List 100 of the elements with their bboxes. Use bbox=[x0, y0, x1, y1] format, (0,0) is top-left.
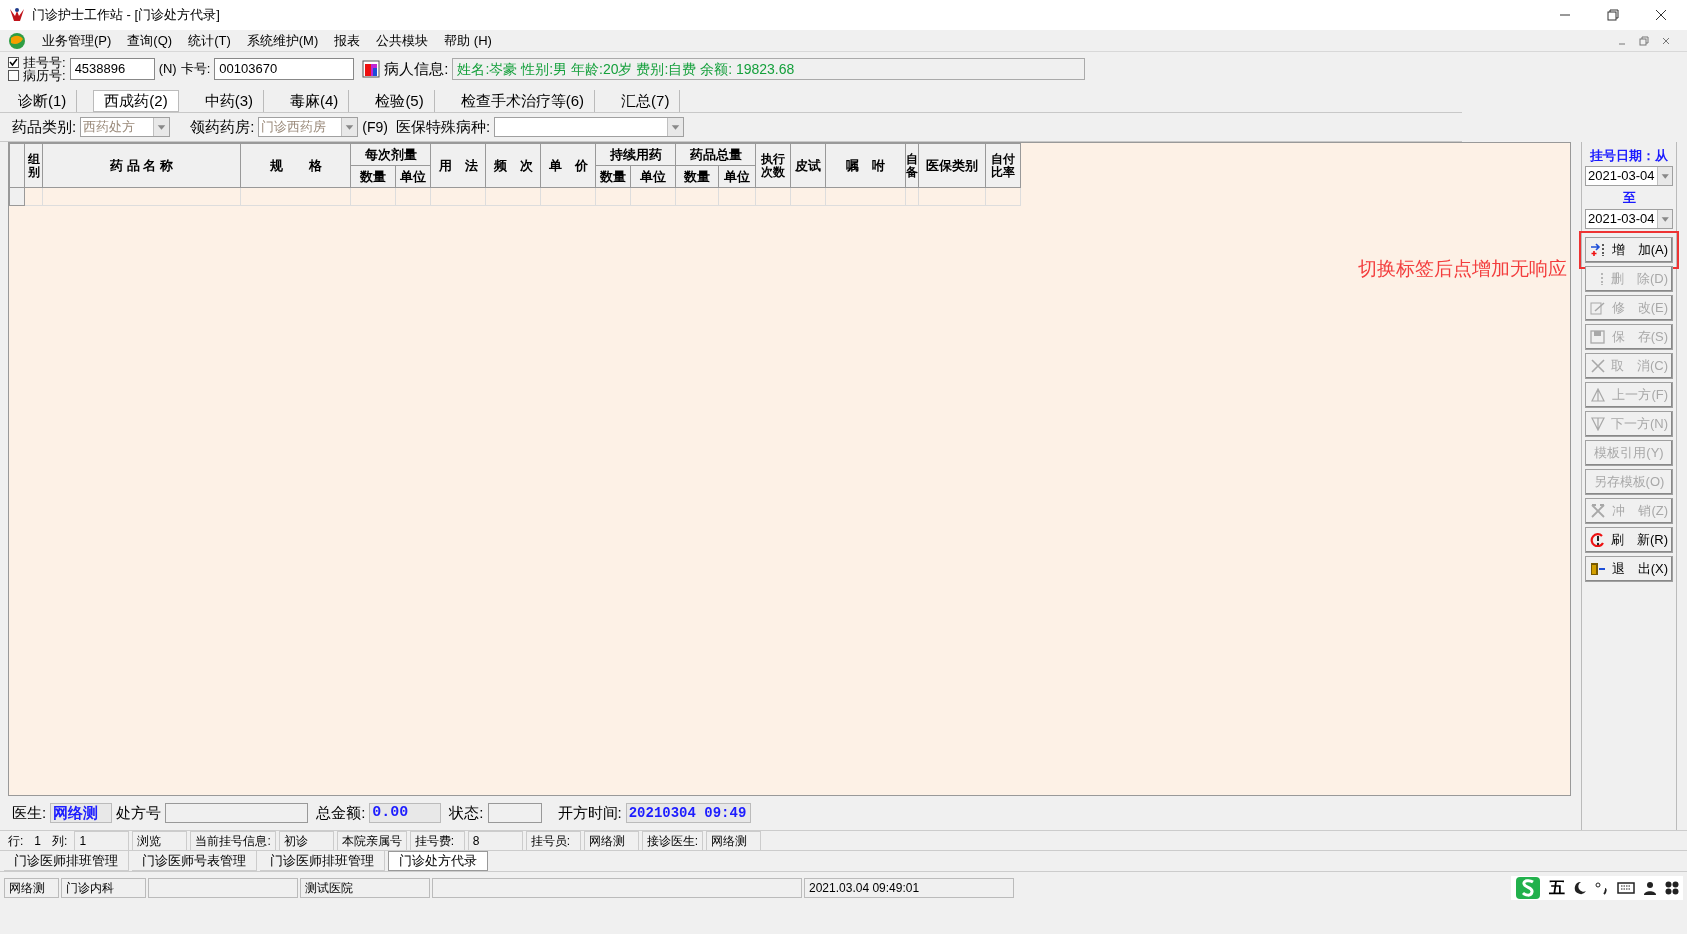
info-bar-cell: 初诊 bbox=[278, 830, 334, 851]
column-header: 皮试 bbox=[790, 143, 826, 188]
status-field bbox=[487, 803, 542, 823]
column-header: 药 品 名 称 bbox=[42, 143, 241, 188]
dotted-line-icon bbox=[1600, 272, 1604, 286]
total-amount-field: 0.00 bbox=[369, 803, 442, 823]
column-header: 持续用药 bbox=[595, 143, 676, 166]
tab[interactable]: 汇总(7) bbox=[611, 90, 681, 112]
window-tab[interactable]: 门诊医师排班管理 bbox=[4, 851, 129, 871]
menu-item[interactable]: 帮助 (H) bbox=[444, 30, 492, 51]
up-arrow-icon bbox=[1590, 388, 1606, 402]
toolbar-button[interactable]: 刷 新(R) bbox=[1585, 527, 1673, 553]
restore-icon[interactable] bbox=[1607, 9, 1619, 21]
prescribe-time-field: 20210304 09:49 bbox=[625, 803, 751, 823]
card-number-field[interactable]: 00103670 bbox=[214, 58, 355, 80]
prescription-number-field[interactable] bbox=[165, 803, 309, 823]
user-icon[interactable] bbox=[1643, 881, 1657, 895]
prescribe-time-label: 开方时间: bbox=[557, 802, 622, 823]
patient-info-label: 病人信息: bbox=[384, 58, 449, 79]
pharmacy-dropdown[interactable]: 门诊西药房 bbox=[258, 117, 359, 137]
drug-category-dropdown[interactable]: 西药处方 bbox=[80, 117, 171, 137]
window-title: 门诊护士工作站 - [门诊处方代录] bbox=[32, 6, 220, 25]
column-header: 执行次数 bbox=[755, 143, 791, 188]
grid-icon[interactable] bbox=[1665, 881, 1679, 895]
column-header: 嘱 咐 bbox=[825, 143, 906, 188]
insurance-disease-label: 医保特殊病种: bbox=[396, 116, 491, 137]
shortcut-label: (F9) bbox=[362, 117, 388, 137]
status-bar-cell: 测试医院 bbox=[300, 878, 430, 898]
menu-item[interactable]: 业务管理(P) bbox=[42, 30, 112, 51]
tab[interactable]: 西成药(2) bbox=[93, 90, 179, 112]
shortcut-label: (N) bbox=[158, 60, 177, 79]
menu-item[interactable]: 公共模块 bbox=[376, 30, 429, 51]
total-amount-label: 总金额: bbox=[316, 802, 366, 823]
status-bar-cell: 网络测 bbox=[4, 878, 59, 898]
column-header: 规 格 bbox=[240, 143, 351, 188]
checkbox-label: 病历号: bbox=[23, 69, 66, 82]
menu-item[interactable]: 统计(T) bbox=[188, 30, 231, 51]
column-header: 用 法 bbox=[430, 143, 486, 188]
annotation-text: 切换标签后点增加无响应 bbox=[1358, 257, 1567, 281]
info-bar-cell: 8 bbox=[467, 830, 523, 851]
window-tab[interactable]: 门诊医师排班管理 bbox=[260, 851, 385, 871]
tab[interactable]: 中药(3) bbox=[194, 90, 265, 112]
status-bar-cell: 2021.03.04 09:49:01 bbox=[804, 878, 1014, 898]
info-bar-cell-text: 列: bbox=[51, 832, 69, 850]
insurance-disease-dropdown[interactable] bbox=[494, 117, 685, 137]
keyboard-icon[interactable] bbox=[1617, 881, 1635, 895]
info-bar-cell: 浏览 bbox=[132, 830, 188, 851]
info-bar-cell: 网络测 bbox=[706, 830, 762, 851]
tab[interactable]: 毒麻(4) bbox=[280, 90, 350, 112]
info-bar-cell-text: 1 bbox=[33, 832, 43, 850]
tab[interactable]: 检查手术治疗等(6) bbox=[450, 90, 596, 112]
close-icon bbox=[1590, 359, 1606, 373]
toolbar-button[interactable]: 退 出(X) bbox=[1585, 556, 1673, 582]
close-icon[interactable] bbox=[1655, 9, 1667, 21]
column-header: 医保类别 bbox=[918, 143, 986, 188]
punctuation-icon[interactable] bbox=[1595, 881, 1609, 895]
info-bar-cell: 本院亲属号 bbox=[336, 830, 407, 851]
moon-icon[interactable] bbox=[1573, 881, 1587, 895]
checkbox[interactable] bbox=[8, 70, 19, 81]
restore-icon[interactable] bbox=[1639, 35, 1649, 46]
date-from-dropdown[interactable]: 2021-03-04 bbox=[1585, 165, 1673, 186]
status-bar-cell: 门诊内科 bbox=[61, 878, 146, 898]
info-bar-cell: 接诊医生: bbox=[641, 830, 704, 851]
info-bar-cell: 挂号费: bbox=[409, 830, 465, 851]
patient-info-field: 姓名:岑豪 性别:男 年龄:20岁 费别:自费 余额: 19823.68 bbox=[452, 58, 1086, 80]
info-bar-cell-text: 行: bbox=[7, 832, 25, 850]
pharmacy-label: 领药药房: bbox=[190, 116, 255, 137]
register-number-field[interactable]: 4538896 bbox=[69, 58, 155, 80]
doctor-label: 医生: bbox=[12, 802, 47, 823]
column-header: 药品总量 bbox=[675, 143, 756, 166]
edit-icon bbox=[1590, 301, 1606, 315]
window-tab[interactable]: 门诊医师号表管理 bbox=[132, 851, 257, 871]
tab[interactable]: 诊断(1) bbox=[8, 90, 78, 112]
menu-item[interactable]: 系统维护(M) bbox=[246, 30, 319, 51]
app-logo-icon bbox=[8, 6, 26, 24]
cross-arrows-icon bbox=[1590, 504, 1606, 518]
tab[interactable]: 检验(5) bbox=[365, 90, 435, 112]
drug-category-label: 药品类别: bbox=[12, 116, 77, 137]
menu-item[interactable]: 报表 bbox=[334, 30, 361, 51]
card-reader-icon[interactable] bbox=[362, 60, 381, 78]
input-method-logo-icon[interactable] bbox=[1515, 876, 1541, 900]
app-globe-icon bbox=[8, 31, 26, 50]
column-header: 频 次 bbox=[485, 143, 541, 188]
info-bar-cell: 1 bbox=[74, 830, 130, 851]
prescription-number-label: 处方号 bbox=[116, 802, 162, 823]
date-to-dropdown[interactable]: 2021-03-04 bbox=[1585, 209, 1673, 229]
save-icon bbox=[1590, 330, 1606, 344]
menu-item[interactable]: 查询(Q) bbox=[127, 30, 173, 51]
card-number-label: 卡号: bbox=[180, 60, 211, 79]
column-header: 单 价 bbox=[540, 143, 596, 188]
checkbox[interactable] bbox=[8, 57, 19, 68]
status-label: 状态: bbox=[449, 802, 484, 823]
input-mode-label[interactable]: 五 bbox=[1549, 876, 1565, 900]
window-tab[interactable]: 门诊处方代录 bbox=[388, 851, 488, 871]
down-arrow-icon bbox=[1590, 417, 1606, 431]
info-bar-cell: 当前挂号信息: bbox=[190, 830, 276, 851]
checkbox-label: 挂号号: bbox=[23, 56, 66, 69]
info-bar-cell: 挂号员: bbox=[525, 830, 581, 851]
register-date-label: 挂号日期：从 bbox=[1589, 147, 1669, 165]
column-header: 每次剂量 bbox=[350, 143, 431, 166]
